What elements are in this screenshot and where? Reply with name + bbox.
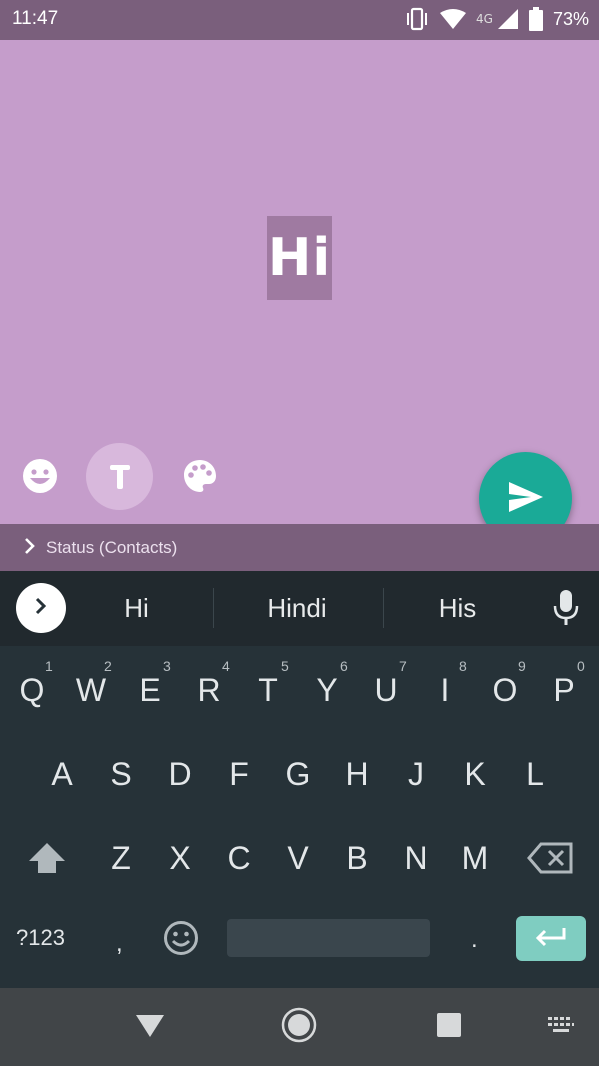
key-u[interactable]: U [358, 672, 414, 709]
key-b[interactable]: B [329, 840, 385, 877]
suggestion-divider [383, 588, 384, 628]
key-x[interactable]: X [152, 840, 208, 877]
key-hint: 5 [281, 658, 289, 674]
key-hint: 4 [222, 658, 230, 674]
vibrate-icon [404, 7, 430, 31]
spacebar[interactable] [227, 919, 430, 957]
wifi-icon [440, 8, 467, 30]
status-text-selection[interactable]: Hi [267, 216, 332, 300]
status-text[interactable]: Hi [268, 228, 331, 288]
key-w[interactable]: W [63, 672, 119, 709]
key-g[interactable]: G [270, 756, 326, 793]
status-bar: 11:47 4G 73% [0, 0, 599, 40]
status-icons: 4G 73% [404, 7, 589, 31]
key-m[interactable]: M [447, 840, 503, 877]
key-t[interactable]: T [240, 672, 296, 709]
chevron-right-icon [24, 537, 36, 559]
key-hint: 1 [45, 658, 53, 674]
key-z[interactable]: Z [93, 840, 149, 877]
emoji-icon[interactable] [20, 456, 60, 496]
key-h[interactable]: H [329, 756, 385, 793]
back-icon[interactable] [132, 1010, 168, 1042]
mic-icon[interactable] [551, 588, 581, 628]
comma-key[interactable]: , [116, 930, 123, 958]
key-hint: 9 [518, 658, 526, 674]
backspace-icon[interactable] [526, 840, 574, 876]
enter-icon [534, 927, 568, 951]
suggestion-divider [213, 588, 214, 628]
battery-percent: 73% [552, 8, 589, 29]
key-p[interactable]: P [536, 672, 592, 709]
key-a[interactable]: A [34, 756, 90, 793]
key-n[interactable]: N [388, 840, 444, 877]
shift-icon[interactable] [24, 838, 70, 878]
audience-label: Status (Contacts) [46, 537, 178, 557]
suggestion-item[interactable]: Hindi [230, 593, 364, 625]
chevron-right-icon [34, 596, 48, 620]
key-y[interactable]: Y [299, 672, 355, 709]
key-k[interactable]: K [447, 756, 503, 793]
key-c[interactable]: C [211, 840, 267, 877]
signal-icon [497, 8, 519, 30]
key-hint: 2 [104, 658, 112, 674]
key-f[interactable]: F [211, 756, 267, 793]
keyboard-switch-icon[interactable] [546, 1014, 576, 1036]
key-hint: 0 [577, 658, 585, 674]
symbols-key[interactable]: ?123 [16, 925, 65, 951]
key-v[interactable]: V [270, 840, 326, 877]
key-hint: 7 [399, 658, 407, 674]
period-key[interactable]: . [471, 926, 478, 954]
emoji-icon[interactable] [161, 918, 201, 958]
text-style-icon[interactable] [86, 443, 153, 510]
suggestion-item[interactable]: His [400, 593, 515, 625]
key-hint: 8 [459, 658, 467, 674]
key-j[interactable]: J [388, 756, 444, 793]
suggestions-expand-button[interactable] [16, 583, 66, 633]
palette-icon[interactable] [180, 456, 220, 496]
key-i[interactable]: I [417, 672, 473, 709]
home-icon[interactable] [279, 1005, 319, 1045]
key-q[interactable]: Q [4, 672, 60, 709]
status-time: 11:47 [12, 8, 59, 29]
key-hint: 6 [340, 658, 348, 674]
key-l[interactable]: L [507, 756, 563, 793]
key-s[interactable]: S [93, 756, 149, 793]
key-o[interactable]: O [477, 672, 533, 709]
enter-key[interactable] [516, 916, 586, 961]
key-d[interactable]: D [152, 756, 208, 793]
key-r[interactable]: R [181, 672, 237, 709]
battery-icon [528, 7, 543, 31]
network-type: 4G [476, 12, 493, 26]
recents-icon[interactable] [435, 1011, 463, 1039]
key-hint: 3 [163, 658, 171, 674]
suggestion-item[interactable]: Hi [80, 593, 193, 625]
status-canvas[interactable]: Hi [0, 40, 599, 524]
status-audience-selector[interactable]: Status (Contacts) [0, 524, 599, 571]
key-e[interactable]: E [122, 672, 178, 709]
send-icon [508, 481, 543, 516]
